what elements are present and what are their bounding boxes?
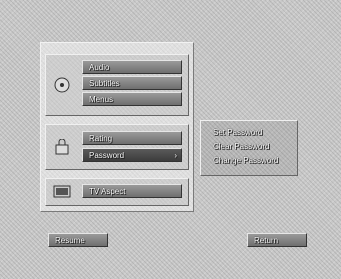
audio-dvd-icon [52, 77, 72, 93]
audio-button[interactable]: Audio [82, 60, 182, 74]
tv-icon [52, 184, 72, 200]
clear-password-item[interactable]: Clear Password [201, 142, 297, 151]
password-label: Password [89, 151, 125, 160]
resume-button[interactable]: Resume [48, 233, 108, 247]
audio-group-panel: Audio Subtitles Menus [45, 54, 189, 116]
return-button[interactable]: Return [247, 233, 307, 247]
lock-icon [52, 138, 72, 155]
menus-button[interactable]: Menus [82, 92, 182, 106]
parental-group-panel: Rating Password › [45, 124, 189, 170]
tv-group-panel: TV Aspect [45, 178, 189, 206]
password-submenu: Set Password Clear Password Change Passw… [200, 120, 298, 176]
password-button[interactable]: Password › [82, 148, 182, 162]
change-password-item[interactable]: Change Password [201, 156, 297, 165]
tv-aspect-button[interactable]: TV Aspect [82, 184, 182, 198]
chevron-right-icon: › [174, 151, 177, 160]
subtitles-button[interactable]: Subtitles [82, 76, 182, 90]
set-password-item[interactable]: Set Password [201, 128, 297, 137]
rating-button[interactable]: Rating [82, 131, 182, 145]
